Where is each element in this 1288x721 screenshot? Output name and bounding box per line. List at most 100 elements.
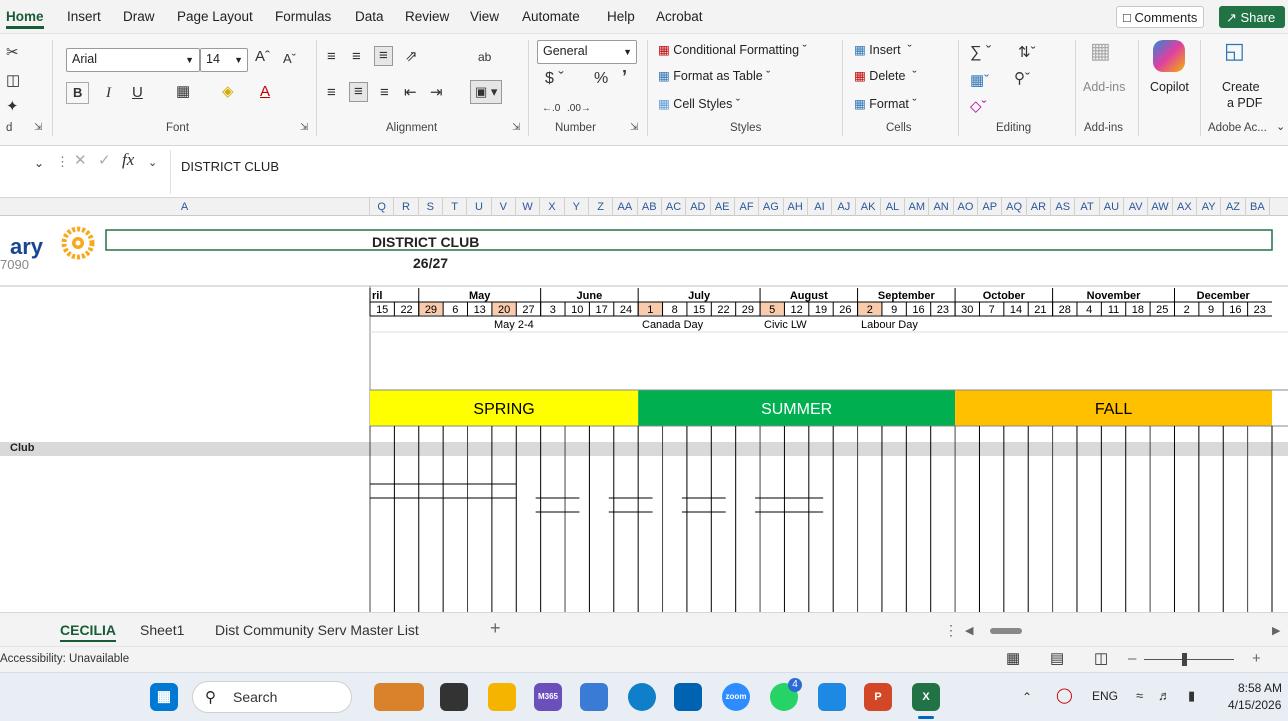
column-header[interactable]: AC — [662, 198, 687, 216]
scroll-right-icon[interactable]: ▶ — [1272, 624, 1280, 637]
zoom-out-icon[interactable]: – — [1128, 650, 1136, 668]
format-painter-icon[interactable]: ✦ — [6, 98, 19, 116]
addins-button[interactable]: Add-ins — [1083, 80, 1125, 94]
create-pdf-icon[interactable]: ◱ — [1224, 40, 1245, 62]
add-sheet-icon[interactable]: + — [490, 618, 501, 639]
scroll-left-icon[interactable]: ◀ — [965, 624, 973, 637]
sheet-grid[interactable]: ril May June July August September October Nove… — [0, 216, 1288, 612]
share-button[interactable]: ↗ Share — [1219, 6, 1285, 28]
taskbar-search[interactable]: ⚲ Search — [192, 681, 352, 713]
column-header[interactable]: AY — [1197, 198, 1222, 216]
wrap-text-icon[interactable]: ab — [478, 48, 491, 66]
insert-cells-button[interactable]: ▦ Insert ˇ — [854, 42, 912, 57]
column-header[interactable]: AD — [686, 198, 711, 216]
merge-center-icon[interactable]: ▣ ▾ — [470, 80, 503, 104]
increase-font-icon[interactable]: Aˆ — [255, 48, 270, 66]
align-right-icon[interactable]: ≡ — [380, 84, 389, 102]
column-header[interactable]: AV — [1124, 198, 1149, 216]
insert-function-icon[interactable]: fx — [122, 151, 134, 169]
column-header-a[interactable]: A — [0, 198, 370, 216]
menu-acrobat[interactable]: Acrobat — [656, 9, 703, 24]
page-layout-view-icon[interactable]: ▤ — [1050, 650, 1064, 668]
language-indicator[interactable]: ENG — [1092, 689, 1118, 703]
menu-formulas[interactable]: Formulas — [275, 9, 331, 24]
font-color-icon[interactable]: A — [260, 83, 270, 101]
store-icon[interactable] — [674, 683, 702, 711]
clock-time[interactable]: 8:58 AM — [1238, 681, 1282, 695]
font-launcher-icon[interactable]: ⇲ — [300, 122, 308, 133]
microsoft-365-icon[interactable]: M365 — [534, 683, 562, 711]
powerpoint-icon[interactable]: P — [864, 683, 892, 711]
more-options-icon[interactable]: ⋮ — [56, 153, 69, 171]
menu-help[interactable]: Help — [607, 9, 635, 24]
windows-start-icon[interactable]: ▦ — [150, 683, 178, 711]
increase-indent-icon[interactable]: ⇥ — [430, 84, 443, 102]
zoom-slider[interactable] — [1144, 659, 1234, 660]
delete-cells-button[interactable]: ▦ Delete ˇ — [854, 68, 917, 83]
sort-filter-icon[interactable]: ⇅ˇ — [1018, 44, 1036, 62]
borders-icon[interactable]: ▦ — [176, 83, 190, 101]
autosum-icon[interactable]: ∑ ˇ — [970, 44, 991, 62]
zoom-in-icon[interactable]: + — [1252, 650, 1261, 668]
column-header[interactable]: AK — [856, 198, 881, 216]
column-header[interactable]: AE — [711, 198, 735, 216]
column-header[interactable]: AA — [613, 198, 638, 216]
outlook-icon[interactable] — [580, 683, 608, 711]
fill-icon[interactable]: ▦ˇ — [970, 72, 989, 90]
enter-icon[interactable]: ✓ — [98, 152, 111, 170]
decrease-indent-icon[interactable]: ⇤ — [404, 84, 417, 102]
column-header[interactable]: S — [419, 198, 443, 216]
menu-page-layout[interactable]: Page Layout — [177, 9, 253, 24]
currency-icon[interactable]: $ ˇ — [545, 70, 564, 88]
bold-icon[interactable]: B — [66, 82, 90, 104]
orientation-icon[interactable]: ⇗ — [405, 48, 418, 66]
menu-data[interactable]: Data — [355, 9, 384, 24]
task-view-icon[interactable] — [440, 683, 468, 711]
cell-styles-button[interactable]: ▦ Cell Styles ˇ — [658, 96, 740, 111]
copilot-button[interactable]: Copilot — [1150, 80, 1189, 94]
volume-icon[interactable]: ♬ — [1158, 687, 1171, 705]
column-header[interactable]: AJ — [832, 198, 857, 216]
column-header[interactable]: AR — [1027, 198, 1052, 216]
align-left-icon[interactable]: ≡ — [327, 84, 336, 102]
find-select-icon[interactable]: ⚲ˇ — [1014, 70, 1030, 88]
column-header[interactable]: AL — [881, 198, 906, 216]
zoom-icon[interactable]: zoom — [722, 683, 750, 711]
create-pdf-line1[interactable]: Create — [1222, 80, 1260, 94]
column-header[interactable]: Q — [370, 198, 395, 216]
column-header[interactable]: AX — [1173, 198, 1197, 216]
column-header[interactable]: V — [492, 198, 516, 216]
format-as-table-button[interactable]: ▦ Format as Table ˇ — [658, 68, 770, 83]
column-header[interactable]: T — [443, 198, 468, 216]
cut-icon[interactable]: ✂ — [6, 44, 19, 62]
column-header[interactable]: W — [516, 198, 541, 216]
zoom-slider-thumb[interactable] — [1182, 653, 1187, 666]
number-format-dropdown[interactable]: General ▼ — [537, 40, 637, 64]
column-header[interactable]: AB — [638, 198, 662, 216]
column-header[interactable]: AF — [735, 198, 760, 216]
percent-icon[interactable]: % — [594, 70, 608, 88]
menu-home[interactable]: Home — [6, 9, 44, 29]
menu-review[interactable]: Review — [405, 9, 449, 24]
column-header[interactable]: R — [394, 198, 419, 216]
conditional-formatting-button[interactable]: ▦ Conditional Formatting ˇ — [658, 42, 807, 57]
align-top-icon[interactable]: ≡ — [327, 48, 336, 66]
number-launcher-icon[interactable]: ⇲ — [630, 122, 638, 133]
horizontal-scrollbar[interactable] — [990, 628, 1022, 634]
normal-view-icon[interactable]: ▦ — [1006, 650, 1020, 668]
font-size-dropdown[interactable]: 14 ▼ — [200, 48, 248, 72]
file-explorer-icon[interactable] — [488, 683, 516, 711]
photos-icon[interactable] — [818, 683, 846, 711]
column-header[interactable]: AO — [954, 198, 979, 216]
column-header[interactable]: X — [540, 198, 565, 216]
decrease-decimal-icon[interactable]: .00→ — [567, 100, 591, 118]
cancel-icon[interactable]: ✕ — [74, 152, 87, 170]
clipboard-launcher-icon[interactable]: ⇲ — [34, 122, 42, 133]
clock-date[interactable]: 4/15/2026 — [1228, 698, 1281, 712]
sheet-tab-sheet1[interactable]: Sheet1 — [140, 622, 184, 638]
alignment-launcher-icon[interactable]: ⇲ — [512, 122, 520, 133]
decrease-font-icon[interactable]: Aˇ — [283, 50, 296, 68]
addins-icon[interactable]: ▦ — [1090, 40, 1111, 62]
battery-icon[interactable]: ▮ — [1188, 687, 1195, 705]
function-chevron-icon[interactable]: ⌄ — [148, 154, 157, 172]
